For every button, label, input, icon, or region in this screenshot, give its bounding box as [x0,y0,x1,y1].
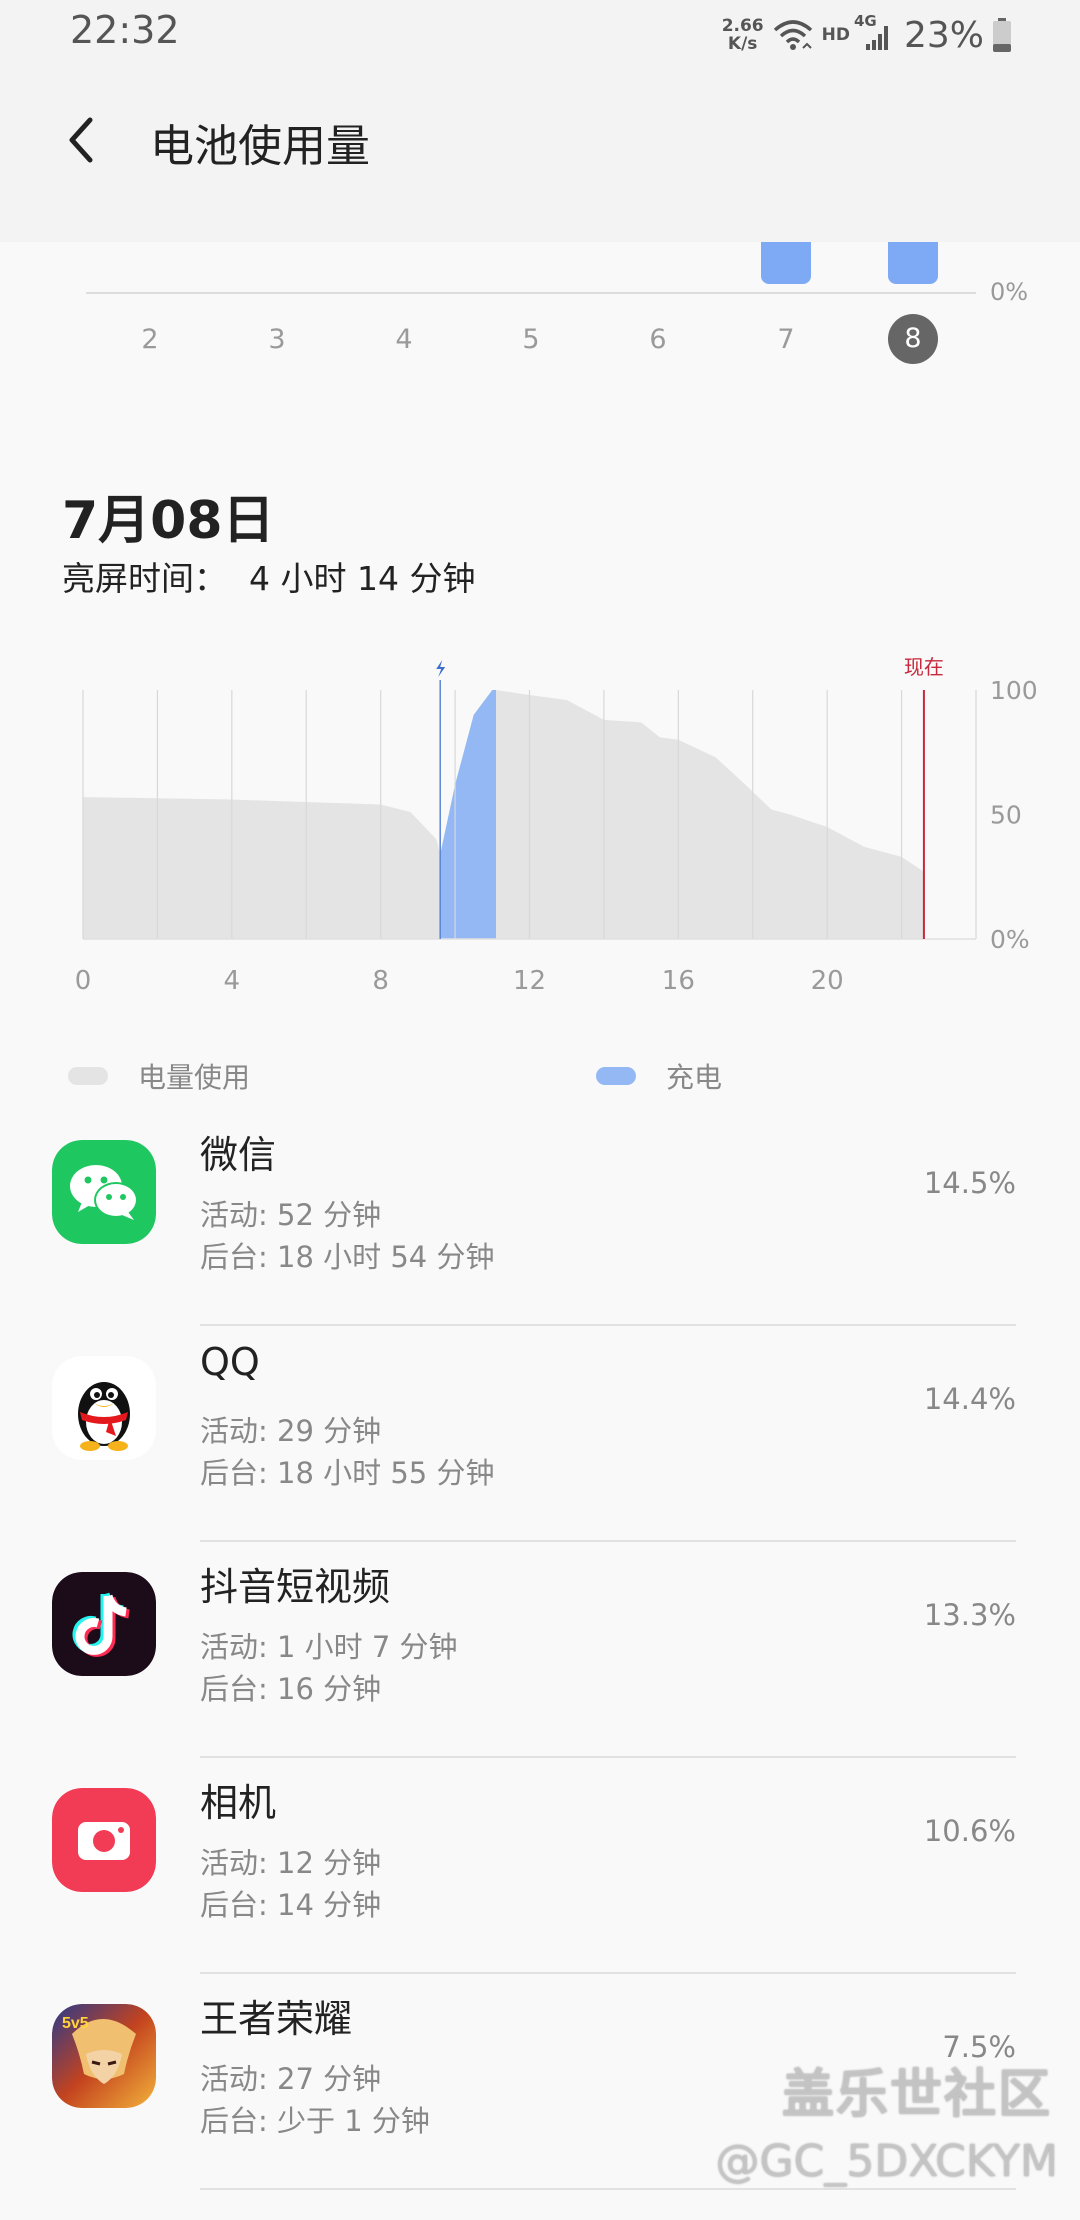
app-background-time: 后台: 18 小时 54 分钟 [200,1240,495,1274]
app-header: 电池使用量 [0,70,1080,242]
app-active-time: 活动: 12 分钟 [200,1846,382,1880]
app-battery-percent: 10.6% [923,1814,1016,1848]
weekly-day-label-6[interactable]: 6 [633,324,683,355]
selected-date: 7月08日 [62,491,275,551]
qq-icon [52,1356,156,1460]
app-battery-percent: 14.4% [923,1382,1016,1416]
screen-time: 亮屏时间： 4 小时 14 分钟 [62,552,475,600]
chart-area-2 [496,690,924,939]
weekly-day-label-4[interactable]: 4 [379,324,429,355]
watermark-user: @GC_5DXCKYM [715,2136,1058,2187]
x-tick-label: 8 [372,966,389,996]
weekly-bar-8[interactable] [888,242,938,284]
row-divider [200,2188,1016,2190]
app-background-time: 后台: 14 分钟 [200,1888,382,1922]
app-row-qq[interactable]: QQ 活动: 29 分钟后台: 18 小时 55 分钟 14.4% [0,1326,1080,1542]
x-tick-label: 12 [513,966,546,996]
app-active-time: 活动: 1 小时 7 分钟 [200,1630,458,1664]
weekly-bars [86,242,976,294]
app-name: 相机 [200,1781,277,1825]
legend-charging: 充电 [596,1056,722,1096]
legend-usage-swatch [68,1067,108,1085]
app-name: 微信 [200,1133,277,1177]
app-active-time: 活动: 27 分钟 [200,2062,382,2096]
app-active-time: 活动: 52 分钟 [200,1198,382,1232]
svg-text:5v5: 5v5 [62,2015,89,2032]
legend-usage: 电量使用 [68,1056,250,1096]
app-active-time: 活动: 29 分钟 [200,1414,382,1448]
weekly-day-label-7[interactable]: 7 [761,324,811,355]
x-tick-label: 16 [662,966,695,996]
weekly-bar-7[interactable] [761,242,811,284]
chart-area-0 [83,797,448,939]
app-row-camera[interactable]: 相机活动: 12 分钟 后台: 14 分钟 10.6% [0,1758,1080,1974]
wechat-icon [52,1140,156,1244]
y-tick-label: 50 [990,801,1022,830]
legend-charging-swatch [596,1067,636,1085]
page-title: 电池使用量 [150,121,370,172]
douyin-icon [52,1572,156,1676]
network-speed: 2.66 K/s [721,16,764,54]
legend-usage-label: 电量使用 [138,1061,251,1094]
weekly-usage-chart: 0% 2 3 4 5 6 7 8 [0,242,1080,382]
status-bar: 22:32 2.66 K/s HD 4G 23% [0,0,1080,70]
weekly-day-label-2[interactable]: 2 [125,324,175,355]
camera-icon [52,1788,156,1892]
battery-chart-svg: 现在 0 4 8 12 16 20 100 50 0% [75,655,1038,996]
x-tick-label: 4 [224,966,241,996]
status-time: 22:32 [70,8,180,52]
battery-icon [993,18,1011,52]
weekly-day-label-3[interactable]: 3 [252,324,302,355]
app-background-time: 后台: 少于 1 分钟 [200,2104,430,2138]
app-background-time: 后台: 16 分钟 [200,1672,382,1706]
app-background-time: 后台: 18 小时 55 分钟 [200,1456,495,1490]
honor-of-kings-icon: 5v5 [52,2004,156,2108]
screen-time-label: 亮屏时间： [62,559,227,598]
signal-icon: 4G [854,12,892,52]
hd-indicator: HD [821,25,850,45]
status-icons: 2.66 K/s HD 4G 23% [722,12,1012,58]
battery-percent: 23% [903,14,984,56]
x-tick-label: 0 [75,966,92,996]
y-tick-label: 100 [990,676,1038,705]
app-row-douyin[interactable]: 抖音短视频活动: 1 小时 7 分钟 后台: 16 分钟 13.3% [0,1542,1080,1758]
x-tick-label: 20 [811,966,844,996]
app-name: 抖音短视频 [200,1565,391,1609]
app-name: 王者荣耀 [200,1997,353,2041]
weekly-day-label-5[interactable]: 5 [506,324,556,355]
charging-bolt-icon [436,660,446,677]
app-name: QQ [200,1340,260,1384]
app-battery-percent: 14.5% [923,1166,1016,1200]
now-label: 现在 [904,655,944,679]
chart-area-1 [440,690,497,939]
back-arrow-icon[interactable] [60,110,104,170]
legend-charging-label: 充电 [666,1061,723,1094]
app-row-wechat[interactable]: 微信活动: 52 分钟后台: 18 小时 54 分钟 14.5% [0,1110,1080,1326]
screen-time-value: 4 小时 14 分钟 [249,559,476,598]
app-battery-percent: 13.3% [923,1598,1016,1632]
weekly-zero-label: 0% [990,278,1029,306]
weekly-day-label-8[interactable]: 8 [888,314,938,364]
y-tick-label: 0% [990,925,1030,954]
wifi-icon [773,20,812,50]
watermark-community: 盖乐世社区 [781,2065,1052,2125]
battery-level-chart: 现在 0 4 8 12 16 20 100 50 0% [0,650,1080,1004]
